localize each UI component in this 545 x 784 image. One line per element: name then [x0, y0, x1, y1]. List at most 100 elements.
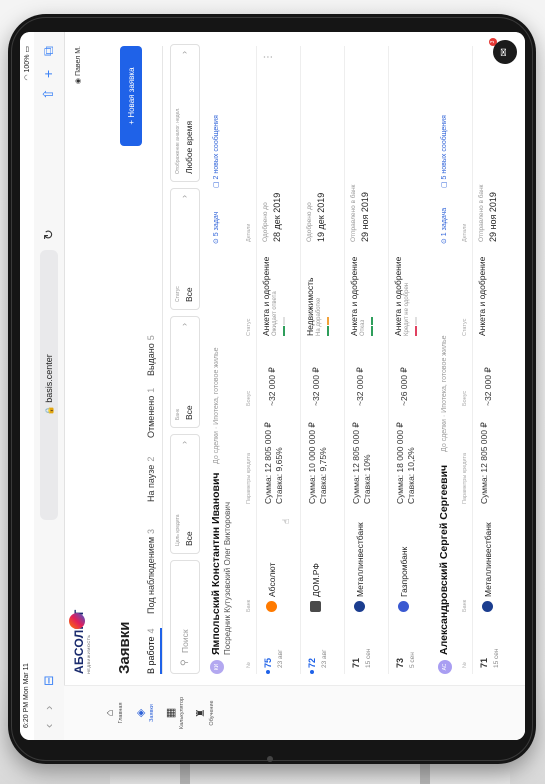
client-group: КИ Ямпольский Константин Иванович До сде… [210, 46, 431, 674]
brand-subtitle: НЕДВИЖИМОСТЬ [86, 634, 91, 674]
address-bar[interactable]: 🔒 basis.center [40, 250, 58, 520]
loan-sum: Сумма: 12 805 000 ₽ [479, 422, 489, 504]
deal-info: До сделки · Ипотека, готовое жилье [441, 335, 448, 452]
filters-bar: ⚲ Поиск Цель кредита Все › Банк Все › Ст… [170, 44, 200, 674]
request-date: 5 сен [409, 652, 416, 668]
tab-cancelled[interactable]: Отменено 1 [146, 388, 156, 438]
chat-fab-button[interactable]: ✉ [493, 40, 517, 64]
table-row[interactable]: 71 15 сен Металлинвестбанк Сумма: 12 805… [472, 46, 515, 674]
loan-sum: Сумма: 10 000 000 ₽ [307, 422, 317, 504]
new-tab-icon[interactable]: + [40, 70, 56, 78]
back-icon[interactable]: ‹ [41, 724, 56, 728]
bank-name: Газпромбанк [399, 546, 409, 597]
messages-count: 2 новых сообщения [213, 115, 220, 180]
bank-name: ДОМ.РФ [311, 563, 321, 597]
share-icon[interactable]: ⇧ [40, 88, 57, 100]
filter-value: Любое время [184, 120, 194, 174]
table-row[interactable]: 72 23 авг ДОМ.РФ Сумма: 10 000 000 ₽ Ста… [300, 46, 343, 674]
status-subtext: Отказ [360, 319, 366, 336]
tasks-link[interactable]: ⊙ 5 задач [212, 212, 220, 244]
bank-name: Металлинвестбанк [355, 522, 365, 597]
tab-label: Выдано [146, 343, 156, 376]
detail-date: 29 ноя 2019 [360, 192, 370, 242]
sidebar-item-home[interactable]: ⌂ Главная [104, 686, 124, 740]
tasks-link[interactable]: ⊙ 1 задача [440, 208, 448, 244]
status-text: Анкета и одобрение [393, 256, 403, 336]
check-circle-icon: ⊙ [213, 236, 220, 244]
column-header-bonus: Бонус [246, 390, 252, 406]
request-date: 15 сен [493, 648, 500, 669]
filter-bank[interactable]: Банк Все › [170, 316, 200, 428]
gazprombank-logo-icon [398, 601, 409, 612]
filter-label: Отображение аналог. недел. [175, 107, 181, 174]
client-name[interactable]: Александровский Сергей Сергеевич [438, 465, 450, 655]
column-header-details: Детали [246, 223, 252, 242]
filter-status[interactable]: Статус Все › [170, 188, 200, 310]
table-row[interactable]: 73 5 сен Газпромбанк Сумма: 18 000 000 ₽… [388, 46, 431, 674]
page-title: Заявки [116, 621, 133, 674]
filter-label: Банк [175, 408, 181, 420]
chevron-down-icon: › [179, 441, 189, 444]
tab-count: 3 [146, 528, 156, 534]
new-request-button[interactable]: + Новая заявка [120, 46, 142, 146]
bonus-amount: ~32 000 ₽ [311, 367, 321, 406]
table-row[interactable]: 75 23 авг Абсолют Сумма: 12 805 000 ₽ Ст… [256, 46, 299, 674]
check-circle-icon: ⊙ [441, 236, 448, 244]
request-date: 15 сен [365, 648, 372, 669]
calculator-icon: ▦ [165, 707, 177, 719]
request-number: 73 [395, 657, 405, 668]
status-progress [327, 306, 329, 336]
tablet-screen: 6:20 PM Mon Mar 11 ◠ 100% ▭ ‹ › ⊟ 🔒 basis… [20, 32, 525, 740]
filter-label: Цель кредита [175, 514, 181, 546]
status-subtext: Кредит не одобрен [404, 282, 410, 336]
detail-date: 29 ноя 2019 [488, 192, 498, 242]
tab-paused[interactable]: На паузе 2 [146, 457, 156, 502]
forward-icon[interactable]: › [41, 706, 56, 710]
more-options-icon[interactable]: ⋮ [263, 52, 274, 62]
pointer-cursor-icon: ☝ [281, 518, 291, 524]
status-text: Анкета и одобрение [349, 256, 359, 336]
tabs-icon[interactable]: ⧉ [40, 46, 57, 56]
detail-date: 19 дек 2019 [316, 192, 326, 242]
column-header-params: Параметры кредита [246, 452, 252, 504]
bonus-amount: ~32 000 ₽ [355, 367, 365, 406]
filter-period[interactable]: Отображение аналог. недел. Любое время › [170, 44, 200, 182]
status-bar: 6:20 PM Mon Mar 11 ◠ 100% ▭ [20, 32, 34, 740]
user-name: Павел М. [75, 46, 82, 77]
status-text: Недвижимость [305, 277, 315, 336]
table-row[interactable]: 71 15 сен Металлинвестбанк Сумма: 12 805… [344, 46, 387, 674]
sidebar-item-label: Главная [118, 702, 124, 724]
chat-icon: ▢ [441, 179, 448, 188]
book-icon[interactable]: ⊟ [41, 675, 57, 686]
sidebar-item-training[interactable]: ♜ Обучение [194, 686, 215, 740]
bank-name: Абсолют [267, 562, 277, 597]
messages-link[interactable]: ▢ 2 новых сообщения [212, 115, 220, 188]
tab-watching[interactable]: Под наблюдением 3 [146, 529, 156, 614]
metallinvest-logo-icon [482, 601, 493, 612]
sidebar-item-requests[interactable]: ◈ Заявки [134, 686, 155, 740]
user-menu[interactable]: ◉ Павел М. [74, 46, 82, 84]
graduation-cap-icon: ♜ [195, 708, 207, 718]
absolut-logo-icon [266, 601, 277, 612]
sidebar-item-calculator[interactable]: ▦ Калькулятор [164, 686, 185, 740]
status-text: Анкета и одобрение [261, 256, 271, 336]
tabs-divider [162, 46, 163, 674]
search-input[interactable]: ⚲ Поиск [170, 560, 200, 674]
chat-bubble-icon: ✉ [499, 47, 510, 57]
column-header-details: Детали [462, 223, 468, 242]
sidebar-item-label: Калькулятор [179, 696, 185, 730]
column-header-status: Статус [462, 318, 468, 336]
tab-in-progress[interactable]: В работе 4 [146, 628, 156, 674]
column-header-bank: Банк [246, 599, 252, 612]
request-number: 72 [307, 657, 317, 668]
filter-purpose[interactable]: Цель кредита Все › [170, 434, 200, 554]
tab-count: 1 [146, 387, 156, 393]
status-progress [415, 306, 417, 336]
landscape-app: 6:20 PM Mon Mar 11 ◠ 100% ▭ ‹ › ⊟ 🔒 basis… [20, 32, 525, 740]
messages-link[interactable]: ▢ 5 новых сообщения [440, 115, 448, 188]
reload-icon[interactable]: ↻ [41, 229, 57, 240]
tab-issued[interactable]: Выдано 5 [146, 335, 156, 376]
client-name[interactable]: Ямпольский Константин Иванович [210, 472, 222, 655]
bonus-amount: ~32 000 ₽ [267, 367, 277, 406]
browser-toolbar: ‹ › ⊟ 🔒 basis.center ↻ ⇧ + ⧉ [34, 32, 65, 740]
